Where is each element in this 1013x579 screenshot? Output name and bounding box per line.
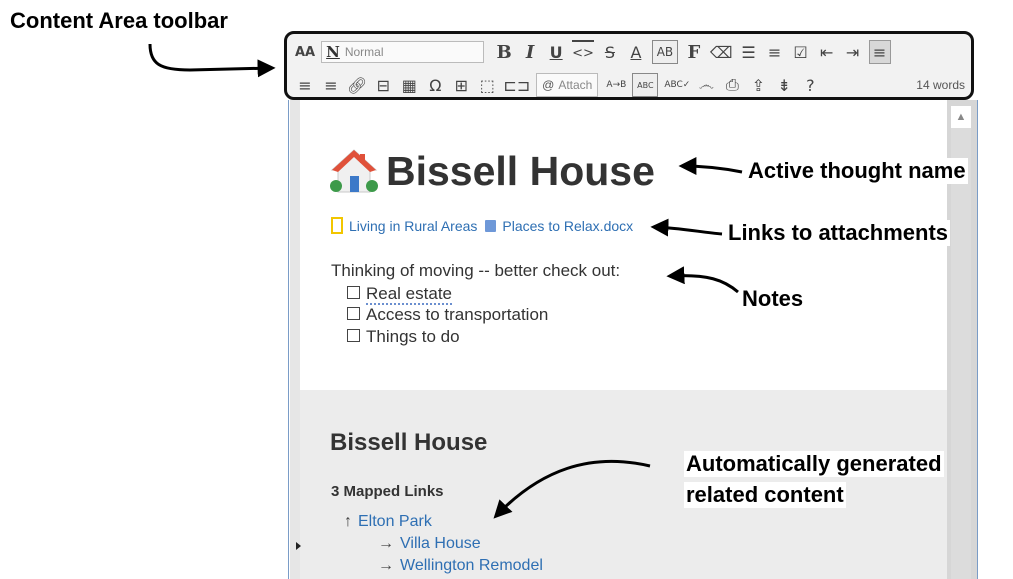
callout-notes: Notes xyxy=(740,286,806,312)
notes-arrow xyxy=(666,266,739,294)
callout-attachments: Links to attachments xyxy=(726,220,951,246)
active-thought-arrow xyxy=(678,157,743,176)
related-arrow xyxy=(493,459,651,519)
callout-related-line2: related content xyxy=(684,482,846,508)
toolbar-arrow xyxy=(148,43,276,78)
callout-related-line1: Automatically generated xyxy=(684,451,944,477)
attachments-arrow xyxy=(650,218,723,237)
annotation-arrows xyxy=(148,43,743,519)
callout-active-thought: Active thought name xyxy=(746,158,968,184)
